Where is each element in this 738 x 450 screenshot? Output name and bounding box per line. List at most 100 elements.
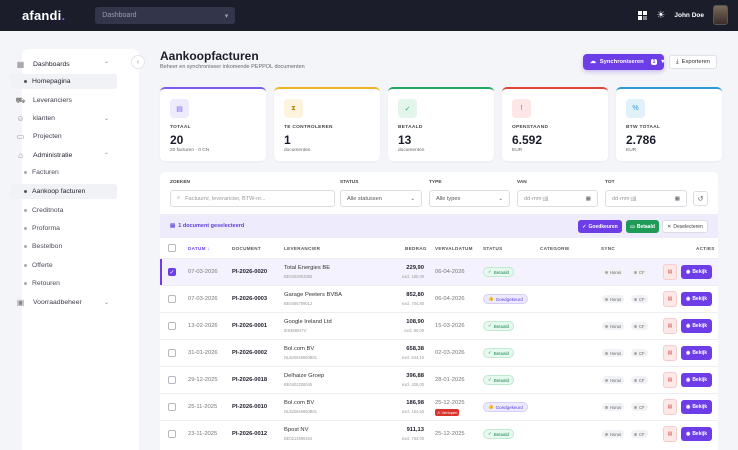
to-date-input[interactable]: dd-mm-jjjj ▦	[605, 190, 687, 207]
status-badge: 👍 Goedgekeurd	[483, 402, 528, 412]
row-document[interactable]: PI-2026-0003	[232, 296, 267, 302]
sync-button[interactable]: ☁ Synchroniseren 1 ▾	[583, 54, 664, 70]
stat-card-sub: EUR	[626, 148, 637, 153]
sync-chip-cf: CF	[631, 322, 648, 330]
mark-paid-button[interactable]: ▭ Betaald	[626, 220, 659, 233]
row-document[interactable]: PI-2026-0020	[232, 269, 267, 275]
sidebar-item-label: Facturen	[32, 169, 59, 176]
pdf-icon[interactable]: ▤	[663, 399, 677, 415]
sidebar-item-bestelbon[interactable]: Bestelbon	[10, 239, 117, 254]
column-header-status: STATUS	[483, 246, 503, 251]
table-row[interactable]: 29-12-2025 PI-2026-0018 Delhaize Groep B…	[160, 366, 718, 393]
table-row[interactable]: 23-11-2025 PI-2026-0012 Bpost NV BE02145…	[160, 420, 718, 447]
view-button[interactable]: ◉ Bekijk	[681, 319, 712, 333]
status-select[interactable]: Alle statussen ⌄	[340, 190, 422, 207]
sidebar-item-dashboards[interactable]: ▦ Dashboards ⌃	[10, 57, 112, 72]
table-row[interactable]: 07-03-2026 PI-2026-0003 Garage Peeters B…	[160, 285, 718, 312]
sidebar-item-projecten[interactable]: ▭ Projecten	[10, 129, 112, 144]
row-document[interactable]: PI-2026-0018	[232, 377, 267, 383]
from-date-input[interactable]: dd-mm-jjjj ▦	[517, 190, 598, 207]
sync-chip-horus: Horus	[602, 295, 625, 303]
pdf-icon[interactable]: ▤	[663, 291, 677, 307]
pdf-icon[interactable]: ▤	[663, 264, 677, 280]
select-all-checkbox[interactable]	[168, 244, 176, 252]
from-date-value: dd-mm-jjjj	[524, 195, 549, 202]
view-button[interactable]: ◉ Bekijk	[681, 292, 712, 306]
type-select[interactable]: Alle types ⌄	[429, 190, 510, 207]
sync-chip-cf: CF	[631, 376, 648, 384]
grid-icon[interactable]	[638, 10, 648, 20]
approve-button[interactable]: ✓ Goedkeuren	[578, 220, 622, 233]
table-row[interactable]: 31-01-2026 PI-2026-0002 Bol.com BV NL820…	[160, 339, 718, 366]
sidebar-item-label: Leveranciers	[33, 97, 72, 104]
row-date: 31-01-2026	[188, 350, 218, 356]
row-due-date: 25-12-2025	[435, 431, 465, 437]
search-placeholder: Factuurnr, leverancier, BTW-nr...	[185, 195, 266, 202]
pdf-icon[interactable]: ▤	[663, 372, 677, 388]
stat-card-label: TE CONTROLEREN	[284, 125, 333, 130]
sync-chip-horus: Horus	[602, 376, 625, 384]
sidebar-item-klanten[interactable]: ☺ klanten ⌄	[10, 111, 112, 126]
sidebar-item-retouren[interactable]: Retouren	[10, 276, 117, 291]
row-document[interactable]: PI-2026-0002	[232, 350, 267, 356]
sidebar-item-offerte[interactable]: Offerte	[10, 258, 117, 273]
row-checkbox[interactable]	[168, 349, 176, 357]
sidebar-item-label: klanten	[33, 115, 55, 122]
calendar-icon: ▦	[674, 195, 680, 202]
sidebar-item-voorraadbeheer[interactable]: ▣ Voorraadbeheer ⌄	[10, 295, 112, 310]
reset-filters-button[interactable]: ↺	[693, 191, 708, 206]
sidebar-item-homepagina[interactable]: Homepagina	[10, 74, 117, 89]
building-icon: ⌂	[18, 151, 23, 160]
view-button[interactable]: ◉ Bekijk	[681, 373, 712, 387]
sidebar-item-administratie[interactable]: ⌂ Administratie ⌃	[10, 148, 112, 163]
sidebar-item-creditnota[interactable]: Creditnota	[10, 203, 117, 218]
column-header-date[interactable]: DATUM ↓	[188, 246, 210, 251]
user-name[interactable]: John Doe	[674, 12, 704, 19]
deselect-button[interactable]: ✕ Deselecteren	[662, 220, 708, 233]
view-button[interactable]: ◉ Bekijk	[681, 265, 712, 279]
eye-icon: ◉	[685, 404, 691, 410]
download-icon: ⤓	[676, 58, 679, 65]
export-button[interactable]: ⤓ Exporteren	[669, 55, 717, 69]
sidebar-item-aankoop-facturen[interactable]: Aankoop facturen	[10, 184, 117, 199]
row-checkbox[interactable]	[168, 376, 176, 384]
view-button[interactable]: ◉ Bekijk	[681, 427, 712, 441]
row-checkbox[interactable]	[168, 403, 176, 411]
dashboard-select[interactable]: Dashboard ▾	[95, 7, 236, 24]
close-icon: ✕	[667, 223, 672, 230]
view-button[interactable]: ◉ Bekijk	[681, 346, 712, 360]
table-row[interactable]: 13-02-2026 PI-2026-0001 Google Ireland L…	[160, 312, 718, 339]
eye-icon: ◉	[685, 377, 691, 383]
app-logo[interactable]: afandi.	[22, 8, 65, 23]
search-input[interactable]: ⌕ Factuurnr, leverancier, BTW-nr...	[170, 190, 335, 207]
row-checkbox[interactable]	[168, 295, 176, 303]
row-supplier-vat: BE0403063385	[284, 274, 313, 279]
stat-card-sub: documenten	[284, 148, 311, 153]
pdf-icon[interactable]: ▤	[663, 426, 677, 442]
row-checkbox[interactable]	[168, 430, 176, 438]
from-date-label: VAN	[517, 180, 527, 185]
row-document[interactable]: PI-2026-0001	[232, 323, 267, 329]
export-label: Exporteren	[681, 59, 710, 65]
sidebar-item-leveranciers[interactable]: ⛟ Leveranciers	[10, 93, 112, 108]
avatar[interactable]	[713, 5, 728, 25]
row-due-date: 06-04-2026	[435, 296, 465, 302]
sidebar-item-facturen[interactable]: Facturen	[10, 165, 117, 180]
chevron-up-icon: ⌃	[103, 62, 109, 68]
view-button[interactable]: ◉ Bekijk	[681, 400, 712, 414]
pdf-icon[interactable]: ▤	[663, 345, 677, 361]
sidebar-item-proforma[interactable]: Proforma	[10, 221, 117, 236]
collapse-sidebar-button[interactable]: ‹	[131, 55, 145, 69]
row-document[interactable]: PI-2026-0010	[232, 404, 267, 410]
sun-icon[interactable]: ☀	[656, 10, 665, 21]
pdf-icon[interactable]: ▤	[663, 318, 677, 334]
table-row[interactable]: ✓ 07-03-2026 PI-2026-0020 Total Energies…	[160, 258, 718, 286]
row-checkbox[interactable]: ✓	[168, 268, 176, 276]
row-due-date: 15-03-2026	[435, 323, 465, 329]
row-document[interactable]: PI-2026-0012	[232, 431, 267, 437]
row-checkbox[interactable]	[168, 322, 176, 330]
row-amount: 396,88	[406, 373, 424, 379]
sidebar-item-label: Retouren	[32, 280, 60, 287]
table-row[interactable]: 25-11-2025 PI-2026-0010 Bol.com BV NL820…	[160, 393, 718, 420]
stat-card-value: 13	[398, 133, 412, 147]
